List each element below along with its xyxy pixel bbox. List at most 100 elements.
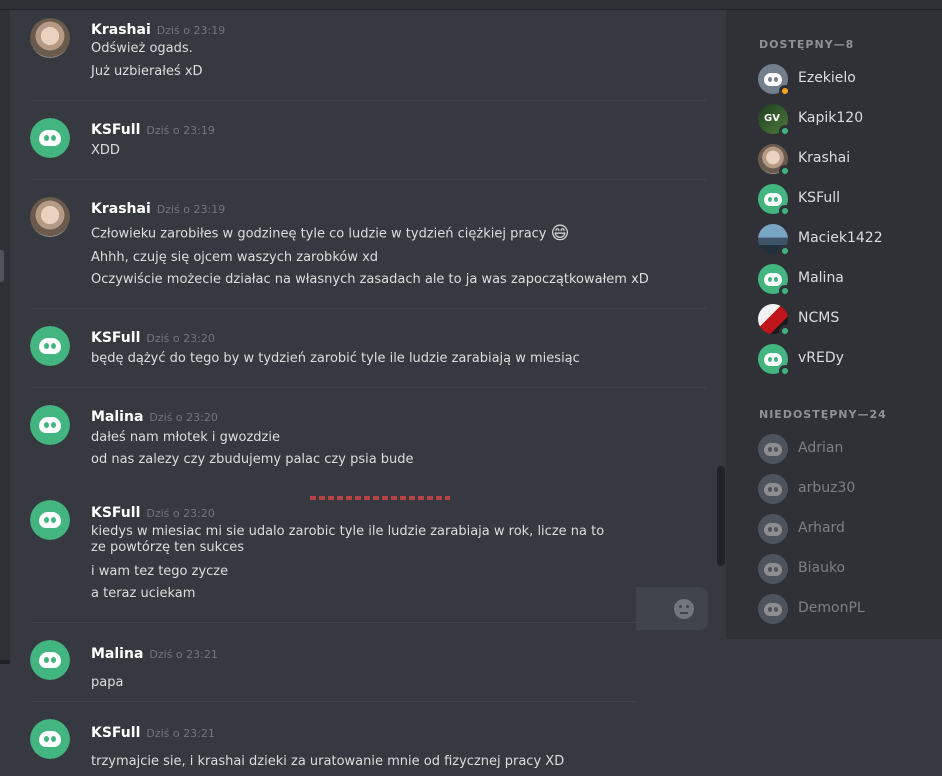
avatar xyxy=(758,344,791,377)
member-item[interactable]: Biauko xyxy=(758,552,938,586)
avatar[interactable] xyxy=(30,500,70,540)
author-name[interactable]: KSFull xyxy=(91,330,140,346)
message-header: KSFull Dziś o 23:20 xyxy=(91,502,215,521)
message-input-edge[interactable] xyxy=(636,587,708,630)
member-item[interactable]: vREDy xyxy=(758,342,938,377)
status-indicator-icon xyxy=(779,165,791,177)
avatar[interactable] xyxy=(30,118,70,158)
timestamp: Dziś o 23:20 xyxy=(149,411,218,424)
message-divider xyxy=(32,179,706,180)
avatar[interactable] xyxy=(30,719,70,759)
member-name: arbuz30 xyxy=(798,480,856,496)
avatar xyxy=(758,434,788,464)
message-text: Oczywiście możecie działac na własnych z… xyxy=(91,272,649,287)
message-text: dałeś nam młotek i gwozdzie xyxy=(91,430,280,445)
avatar[interactable] xyxy=(30,405,70,445)
member-item[interactable]: Malina xyxy=(758,262,938,297)
member-item[interactable]: Adrian xyxy=(758,432,938,466)
avatar xyxy=(758,224,791,257)
member-name: Adrian xyxy=(798,440,844,456)
message-list[interactable]: Krashai Dziś o 23:19 Odśwież ogads. Już u… xyxy=(10,10,726,776)
discord-logo-icon xyxy=(758,594,788,624)
message-text: Już uzbierałeś xD xyxy=(91,64,203,79)
timestamp: Dziś o 23:19 xyxy=(156,24,226,37)
avatar[interactable] xyxy=(30,640,70,680)
avatar[interactable] xyxy=(30,326,70,366)
message-text: i wam tez tego zycze xyxy=(91,564,229,579)
message-text: trzymajcie sie, i krashai dzieki za urat… xyxy=(91,754,565,769)
message: Malina Dziś o 23:21 papa xyxy=(10,632,726,702)
member-name: Ezekielo xyxy=(798,70,856,86)
message-text: będę dążyć do tego by w tydzień zarobić … xyxy=(91,351,580,366)
timestamp: Dziś o 23:19 xyxy=(156,203,226,216)
discord-logo-icon xyxy=(30,500,70,540)
author-name[interactable]: Malina xyxy=(91,409,143,425)
message-text: Ahhh, czuję się ojcem waszych zarobków x… xyxy=(91,250,379,265)
message-divider xyxy=(32,308,706,309)
author-name[interactable]: Krashai xyxy=(91,201,151,217)
timestamp: Dziś o 23:21 xyxy=(149,648,218,661)
background-panel xyxy=(636,630,942,776)
member-list[interactable]: DOSTĘPNY—8 Ezekielo GV Kapik120 Krashai KSFu… xyxy=(726,10,942,639)
member-item[interactable]: GV Kapik120 xyxy=(758,102,938,137)
avatar: GV xyxy=(758,104,791,137)
member-name: NCMS xyxy=(798,310,840,326)
avatar xyxy=(758,474,788,504)
status-indicator-icon xyxy=(779,325,791,337)
member-name: DemonPL xyxy=(798,600,865,616)
avatar xyxy=(758,264,791,297)
top-bar xyxy=(0,0,942,10)
message: Krashai Dziś o 23:19 Odśwież ogads. Już u… xyxy=(10,10,726,100)
avatar xyxy=(758,144,791,177)
avatar xyxy=(758,554,788,584)
message-text: kiedys w miesiac mi sie udalo zarobic ty… xyxy=(91,524,605,555)
divider xyxy=(0,660,10,664)
discord-logo-icon xyxy=(30,405,70,445)
member-item[interactable]: Krashai xyxy=(758,142,938,177)
message: KSFull Dziś o 23:21 trzymajcie sie, i kra… xyxy=(10,711,726,776)
author-name[interactable]: Malina xyxy=(91,646,143,662)
member-name: Kapik120 xyxy=(798,110,864,126)
member-item[interactable]: arbuz30 xyxy=(758,472,938,506)
discord-logo-icon xyxy=(30,719,70,759)
status-indicator-icon xyxy=(779,125,791,137)
member-item[interactable]: DemonPL xyxy=(758,592,938,626)
author-name[interactable]: KSFull xyxy=(91,122,140,138)
author-name[interactable]: Krashai xyxy=(91,22,151,38)
member-item[interactable]: Ezekielo xyxy=(758,62,938,97)
timestamp: Dziś o 23:21 xyxy=(146,727,215,740)
message-text: papa xyxy=(91,675,124,690)
sidebar-handle[interactable] xyxy=(0,250,4,282)
message: KSFull Dziś o 23:19 XDD xyxy=(10,110,726,180)
author-name[interactable]: KSFull xyxy=(91,505,140,521)
grinning-emoji-icon[interactable]: 😄 xyxy=(551,223,570,244)
member-name: Biauko xyxy=(798,560,846,576)
message-divider xyxy=(32,701,706,702)
member-item[interactable]: NCMS xyxy=(758,302,938,337)
member-name: Malina xyxy=(798,270,844,286)
user-photo-icon xyxy=(30,197,70,237)
status-indicator-icon xyxy=(779,245,791,257)
message: KSFull Dziś o 23:20 kiedys w miesiac mi s… xyxy=(10,492,726,622)
message-header: Malina Dziś o 23:21 xyxy=(91,643,218,662)
member-item[interactable]: Maciek1422 xyxy=(758,222,938,257)
status-indicator-icon xyxy=(779,365,791,377)
avatar xyxy=(758,184,791,217)
message-header: Krashai Dziś o 23:19 xyxy=(91,19,225,38)
message: Malina Dziś o 23:20 dałeś nam młotek i gw… xyxy=(10,397,726,487)
offline-section-title: NIEDOSTĘPNY—24 xyxy=(759,408,887,421)
avatar[interactable] xyxy=(30,18,70,58)
avatar[interactable] xyxy=(30,197,70,237)
channel-sidebar-edge xyxy=(0,10,10,660)
member-item[interactable]: KSFull xyxy=(758,182,938,217)
emoji-picker-icon[interactable] xyxy=(674,599,694,619)
discord-logo-icon xyxy=(30,118,70,158)
discord-logo-icon xyxy=(30,326,70,366)
message-header: KSFull Dziś o 23:20 xyxy=(91,327,215,346)
member-item[interactable]: Arhard xyxy=(758,512,938,546)
discord-logo-icon xyxy=(758,514,788,544)
scrollbar-thumb[interactable] xyxy=(717,466,725,566)
message-divider xyxy=(32,387,706,388)
status-indicator-icon xyxy=(779,85,791,97)
author-name[interactable]: KSFull xyxy=(91,725,140,741)
